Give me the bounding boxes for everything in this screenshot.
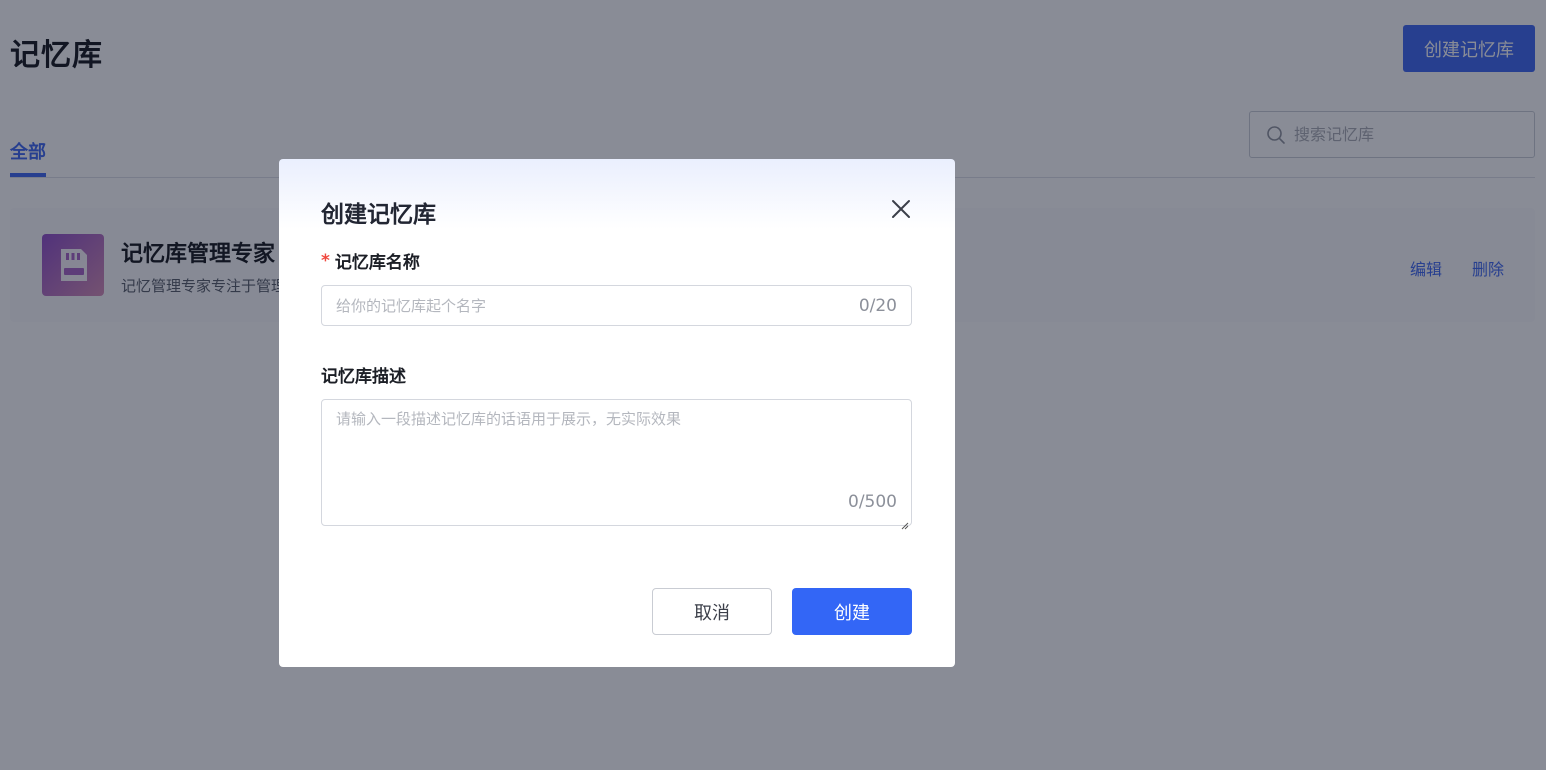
create-memory-library-dialog: 创建记忆库 * 记忆库名称 0/20 记忆库描述 0/500 bbox=[279, 159, 955, 667]
resize-handle-icon[interactable] bbox=[901, 515, 909, 530]
dialog-title: 创建记忆库 bbox=[321, 202, 436, 228]
cancel-button[interactable]: 取消 bbox=[652, 588, 772, 635]
name-field-label-text: 记忆库名称 bbox=[334, 253, 420, 273]
close-icon[interactable] bbox=[889, 197, 913, 221]
required-mark: * bbox=[321, 250, 330, 271]
description-field-label: 记忆库描述 bbox=[321, 367, 406, 387]
name-char-counter: 0/20 bbox=[858, 295, 897, 316]
memory-library-page: 记忆库 创建记忆库 全部 记忆库管理专家 记忆管理专家专注于管理 编辑 删除 bbox=[0, 0, 1546, 770]
description-char-counter: 0/500 bbox=[848, 492, 897, 512]
name-input[interactable] bbox=[336, 296, 859, 315]
create-button[interactable]: 创建 bbox=[792, 588, 912, 635]
name-field-label: * 记忆库名称 bbox=[321, 248, 420, 274]
description-textarea[interactable] bbox=[336, 408, 896, 488]
description-textarea-container[interactable]: 0/500 bbox=[321, 399, 912, 530]
name-input-container[interactable]: 0/20 bbox=[321, 285, 912, 326]
